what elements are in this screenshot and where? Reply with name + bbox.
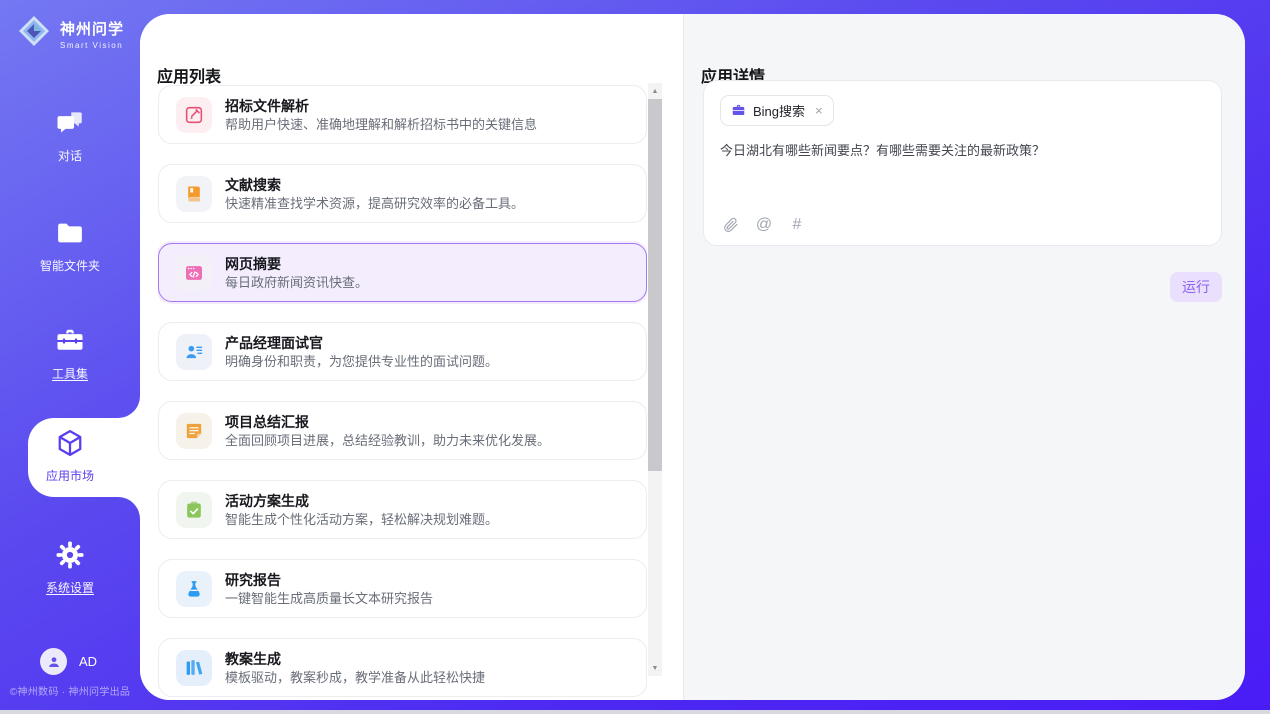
app-card-title: 活动方案生成 [225,494,498,508]
mention-icon[interactable]: @ [755,216,773,234]
tab-curve-top [118,396,140,418]
brand-diamond-icon [16,13,52,54]
sidebar-item-app-market[interactable]: 应用市场 [0,428,140,484]
app-card-desc: 快速精准查找学术资源，提高研究效率的必备工具。 [225,197,524,210]
sidebar-item-smart-folder[interactable]: 智能文件夹 [0,218,140,274]
sidebar-item-label: 智能文件夹 [0,257,140,274]
note-icon [176,413,212,449]
app-card-desc: 智能生成个性化活动方案，轻松解决规划难题。 [225,513,498,526]
gear-icon [55,540,85,570]
app-card-7[interactable]: 教案生成 模板驱动，教案秒成，教学准备从此轻松快捷 [158,638,647,697]
folder-icon [55,218,85,248]
bottom-edge [0,710,1270,714]
scroll-down-button[interactable]: ▼ [648,660,662,676]
app-detail-panel: 应用详情 Bing搜索 × 今日湖北有哪些新闻要点？有哪些需要关注的最新政策？ … [683,14,1245,700]
app-card-desc: 帮助用户快速、准确地理解和解析招标书中的关键信息 [225,118,537,131]
brand-name: 神州问学 [60,18,124,39]
app-card-desc: 全面回顾项目进展，总结经验教训，助力未来优化发展。 [225,434,550,447]
app-card-title: 产品经理面试官 [225,336,498,350]
sidebar: 神州问学 Smart Vision 对话 智能文件夹 工具集 应用市场 [0,0,140,714]
app-card-1[interactable]: 文献搜索 快速精准查找学术资源，提高研究效率的必备工具。 [158,164,647,223]
tool-tag-bing-search[interactable]: Bing搜索 × [720,95,834,126]
tab-curve-bottom [118,497,140,519]
app-card-title: 教案生成 [225,652,485,666]
tool-tag-label: Bing搜索 [753,101,805,120]
sidebar-item-chat[interactable]: 对话 [0,108,140,164]
app-card-desc: 一键智能生成高质量长文本研究报告 [225,592,433,605]
chat-icon [55,108,85,138]
scrollbar-thumb[interactable] [648,99,662,471]
app-card-title: 项目总结汇报 [225,415,550,429]
query-input[interactable]: 今日湖北有哪些新闻要点？有哪些需要关注的最新政策？ [720,140,1205,192]
close-icon[interactable]: × [815,103,823,118]
pen-square-icon [176,97,212,133]
app-card-6[interactable]: 研究报告 一键智能生成高质量长文本研究报告 [158,559,647,618]
scrollbar[interactable]: ▲ ▼ [648,83,662,676]
app-list-title: 应用列表 [157,63,221,87]
brand-subtitle: Smart Vision [60,41,124,50]
sidebar-item-label: 工具集 [0,365,140,382]
app-card-title: 招标文件解析 [225,99,537,113]
app-card-5[interactable]: 活动方案生成 智能生成个性化活动方案，轻松解决规划难题。 [158,480,647,539]
app-list-panel: 应用列表 招标文件解析 帮助用户快速、准确地理解和解析招标书中的关键信息 文献搜… [140,14,683,700]
clipboard-check-icon [176,492,212,528]
sidebar-item-toolset[interactable]: 工具集 [0,326,140,382]
avatar [40,648,67,675]
sidebar-item-label: 对话 [0,147,140,164]
cube-icon [55,428,85,458]
browser-code-icon [176,255,212,291]
sidebar-footer: ©神州数码 · 神州问学出品 [0,683,140,698]
book-icon [176,176,212,212]
brand-logo: 神州问学 Smart Vision [16,13,124,54]
books-icon [176,650,212,686]
app-card-title: 研究报告 [225,573,433,587]
composer-toolbar: @ # [722,216,806,234]
app-card-list: 招标文件解析 帮助用户快速、准确地理解和解析招标书中的关键信息 文献搜索 快速精… [158,85,647,700]
app-card-4[interactable]: 项目总结汇报 全面回顾项目进展，总结经验教训，助力未来优化发展。 [158,401,647,460]
app-card-2-selected[interactable]: 网页摘要 每日政府新闻资讯快查。 [158,243,647,302]
research-icon [176,571,212,607]
sidebar-item-label: 系统设置 [0,579,140,596]
paperclip-icon[interactable] [722,216,740,234]
user-account[interactable]: AD [40,648,97,675]
app-card-title: 网页摘要 [225,257,368,271]
toolbox-icon [55,326,85,356]
app-card-0[interactable]: 招标文件解析 帮助用户快速、准确地理解和解析招标书中的关键信息 [158,85,647,144]
app-card-desc: 每日政府新闻资讯快查。 [225,276,368,289]
app-card-title: 文献搜索 [225,178,524,192]
run-button[interactable]: 运行 [1170,272,1222,302]
user-label: AD [79,654,97,669]
sidebar-item-settings[interactable]: 系统设置 [0,540,140,596]
query-card: Bing搜索 × 今日湖北有哪些新闻要点？有哪些需要关注的最新政策？ @ # [703,80,1222,246]
sidebar-item-label: 应用市场 [0,467,140,484]
interviewer-icon [176,334,212,370]
hash-icon[interactable]: # [788,216,806,234]
app-card-desc: 明确身份和职责，为您提供专业性的面试问题。 [225,355,498,368]
scroll-up-button[interactable]: ▲ [648,83,662,99]
briefcase-icon [731,103,746,118]
app-card-3[interactable]: 产品经理面试官 明确身份和职责，为您提供专业性的面试问题。 [158,322,647,381]
app-card-desc: 模板驱动，教案秒成，教学准备从此轻松快捷 [225,671,485,684]
main-content: 应用列表 招标文件解析 帮助用户快速、准确地理解和解析招标书中的关键信息 文献搜… [140,14,1245,700]
